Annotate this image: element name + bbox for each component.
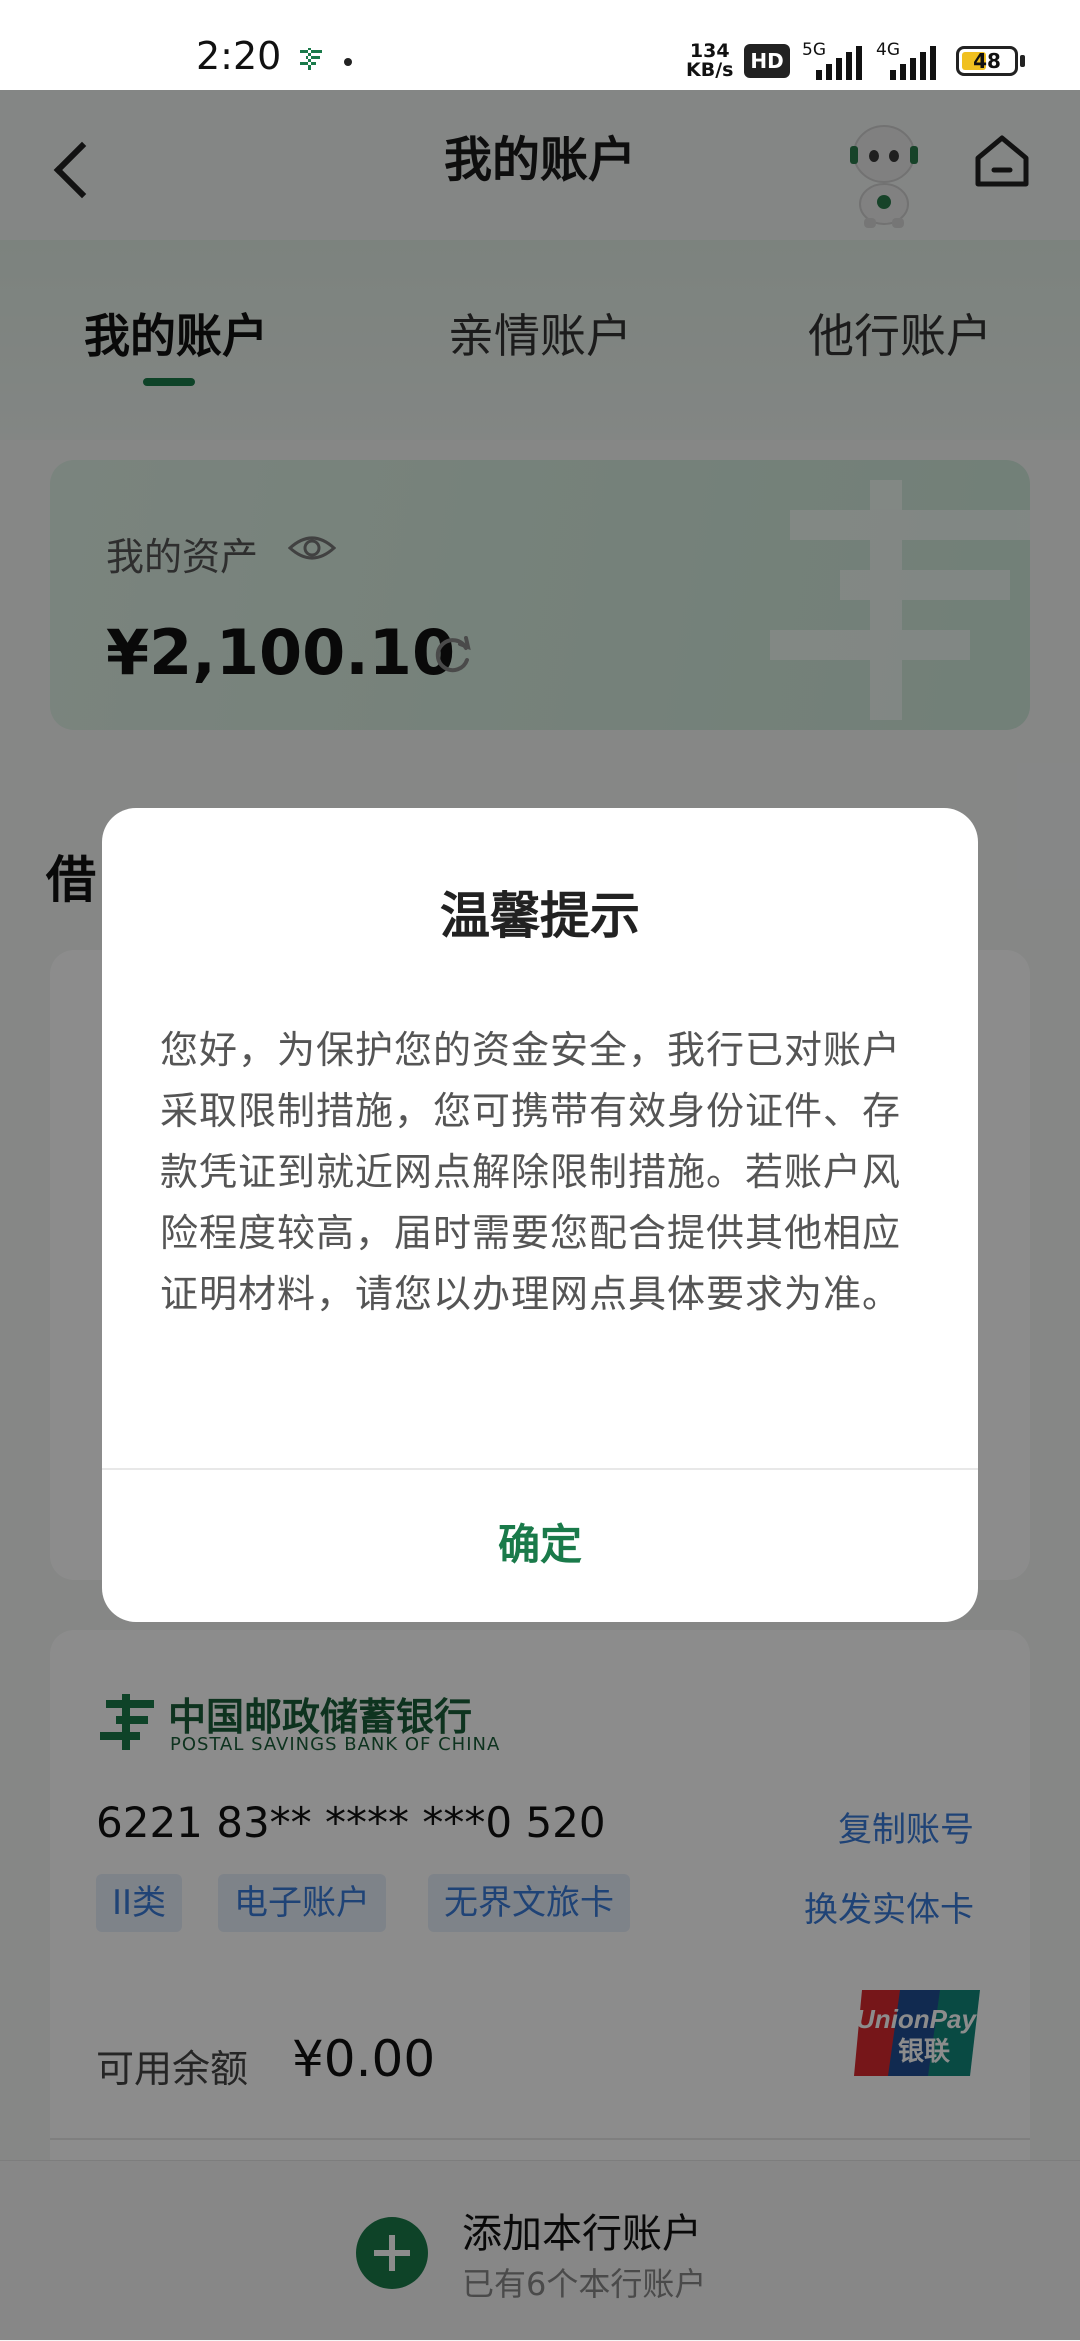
hd-volte-badge: HD bbox=[744, 44, 790, 78]
dialog-message: 您好，为保护您的资金安全，我行已对账户采取限制措施，您可携带有效身份证件、存款凭… bbox=[160, 1028, 902, 1316]
status-bar: 2:20 134 KB/s HD 5G 4G 48 bbox=[0, 0, 1080, 90]
confirm-button[interactable]: 确定 bbox=[102, 1470, 978, 1622]
battery-tip bbox=[1020, 55, 1025, 67]
signal-4g-icon: 4G bbox=[876, 40, 946, 80]
signal-5g-icon: 5G bbox=[802, 40, 872, 80]
battery-icon: 48 bbox=[956, 46, 1018, 76]
postal-app-notification-icon bbox=[300, 48, 322, 70]
status-time: 2:20 bbox=[196, 34, 282, 78]
notification-dot-icon bbox=[344, 58, 352, 66]
dialog-title: 温馨提示 bbox=[440, 887, 640, 945]
warning-dialog: 温馨提示 您好，为保护您的资金安全，我行已对账户采取限制措施，您可携带有效身份证… bbox=[102, 808, 978, 1622]
network-speed: 134 KB/s bbox=[686, 40, 734, 81]
